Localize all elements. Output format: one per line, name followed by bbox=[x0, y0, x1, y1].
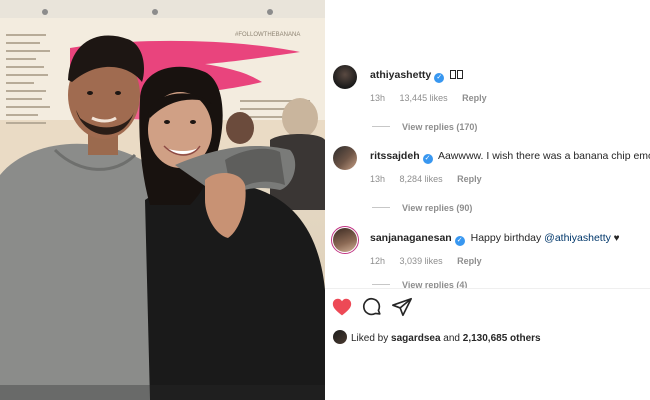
comment-username[interactable]: sanjanaganesan bbox=[370, 232, 452, 244]
comment-username[interactable]: athiyashetty bbox=[370, 69, 431, 81]
heart-emoji: ♥ bbox=[610, 233, 620, 244]
comment-time: 13h bbox=[370, 93, 386, 103]
post-photo-illustration: #FOLLOWTHEBANANA bbox=[0, 0, 325, 400]
comments-panel: athiyashetty ✓ 13h 13,445 likes Reply Vie… bbox=[325, 0, 650, 400]
liked-by-prefix: Liked by bbox=[351, 333, 392, 344]
view-replies-button[interactable]: View replies (170) bbox=[372, 122, 477, 132]
action-bar bbox=[325, 296, 650, 320]
liked-by-middle: and bbox=[440, 333, 463, 344]
comment-username[interactable]: ritssajdeh bbox=[370, 150, 420, 162]
comment-body: ritssajdeh ✓ Aawwww. I wish there was a b… bbox=[370, 150, 650, 164]
view-replies-label: View replies (90) bbox=[402, 203, 473, 213]
divider bbox=[372, 126, 390, 127]
comment-body: sanjanaganesan ✓ Happy birthday @athiyash… bbox=[370, 232, 620, 246]
comment-text: Aawwww. I wish there was a banana chip e… bbox=[437, 150, 650, 162]
avatar[interactable] bbox=[333, 330, 347, 344]
comment-likes[interactable]: 8,284 likes bbox=[400, 174, 443, 184]
like-button[interactable] bbox=[331, 296, 353, 318]
share-button[interactable] bbox=[391, 296, 413, 318]
verified-badge-icon: ✓ bbox=[422, 154, 433, 164]
comment-time: 13h bbox=[370, 174, 386, 184]
comment-likes[interactable]: 3,039 likes bbox=[400, 256, 443, 266]
avatar[interactable] bbox=[333, 146, 357, 170]
reply-button[interactable]: Reply bbox=[457, 174, 482, 184]
emoji-placeholder-icon bbox=[450, 69, 464, 81]
divider bbox=[372, 284, 390, 285]
post-photo: #FOLLOWTHEBANANA bbox=[0, 0, 325, 400]
verified-badge-icon: ✓ bbox=[434, 73, 445, 83]
wall-text: #FOLLOWTHEBANANA bbox=[235, 32, 300, 38]
paper-plane-icon bbox=[392, 297, 412, 317]
view-replies-button[interactable]: View replies (4) bbox=[372, 280, 467, 288]
heart-filled-icon bbox=[332, 298, 352, 316]
comment-likes[interactable]: 13,445 likes bbox=[400, 93, 448, 103]
comment-body: athiyashetty ✓ bbox=[370, 69, 464, 83]
reply-button[interactable]: Reply bbox=[462, 93, 487, 103]
liked-by-line: Liked by sagardsea and 2,130,685 others bbox=[333, 330, 541, 346]
comment-meta: 12h 3,039 likes Reply bbox=[370, 256, 494, 266]
verified-badge-icon: ✓ bbox=[454, 236, 465, 246]
view-replies-label: View replies (4) bbox=[402, 280, 468, 288]
comment-list[interactable]: athiyashetty ✓ 13h 13,445 likes Reply Vie… bbox=[325, 0, 650, 288]
comment-time: 12h bbox=[370, 256, 386, 266]
comment-text: Happy birthday @athiyashetty ♥ bbox=[471, 232, 620, 244]
view-replies-button[interactable]: View replies (90) bbox=[372, 203, 472, 213]
avatar-story-ring[interactable] bbox=[331, 226, 359, 254]
comment-meta: 13h 8,284 likes Reply bbox=[370, 174, 494, 184]
comment-button[interactable] bbox=[361, 296, 383, 318]
section-divider bbox=[325, 288, 650, 289]
divider bbox=[372, 207, 390, 208]
mention-link[interactable]: @athiyashetty bbox=[544, 232, 611, 244]
liked-by-others[interactable]: 2,130,685 others bbox=[463, 333, 541, 344]
liked-by-user[interactable]: sagardsea bbox=[391, 333, 440, 344]
avatar bbox=[333, 228, 357, 252]
comment-bubble-icon bbox=[362, 297, 381, 316]
reply-button[interactable]: Reply bbox=[457, 256, 482, 266]
comment-text-prefix: Happy birthday bbox=[470, 232, 545, 244]
avatar[interactable] bbox=[333, 65, 357, 89]
comment-meta: 13h 13,445 likes Reply bbox=[370, 93, 499, 103]
view-replies-label: View replies (170) bbox=[402, 122, 478, 132]
